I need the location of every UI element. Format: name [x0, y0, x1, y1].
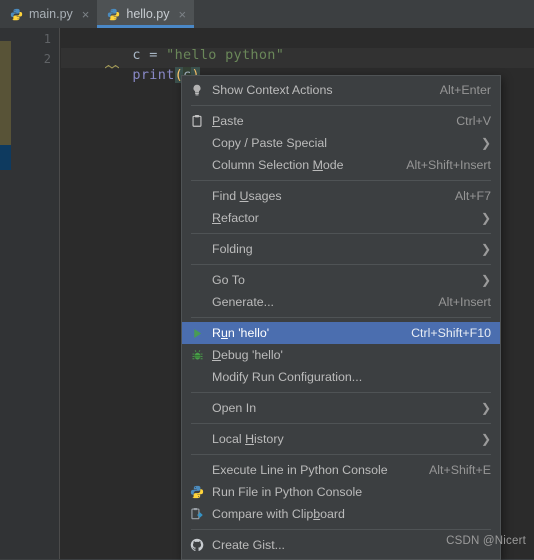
- line-number: 2: [43, 52, 51, 66]
- tab-label: hello.py: [126, 7, 170, 21]
- menu-item-local-history[interactable]: Local History ❯: [182, 428, 500, 450]
- code-token: print: [132, 67, 175, 83]
- run-play-icon: [188, 325, 206, 341]
- menu-item-column-selection-mode[interactable]: Column Selection Mode Alt+Shift+Insert: [182, 154, 500, 176]
- menu-item-label: Paste: [212, 114, 244, 128]
- menu-separator: [191, 454, 491, 455]
- menu-item-copy-paste-special[interactable]: Copy / Paste Special ❯: [182, 132, 500, 154]
- menu-item-label: Debug 'hello': [212, 348, 283, 362]
- menu-item-shortcut: Ctrl+V: [456, 114, 491, 128]
- menu-separator: [191, 180, 491, 181]
- menu-separator: [191, 423, 491, 424]
- menu-item-label: Folding: [212, 242, 253, 256]
- menu-item-label: Execute Line in Python Console: [212, 463, 388, 477]
- chevron-right-icon: ❯: [480, 401, 491, 415]
- inspection-squiggle-icon: [105, 65, 119, 69]
- menu-item-paste[interactable]: Paste Ctrl+V: [182, 110, 500, 132]
- menu-separator: [191, 529, 491, 530]
- marker-selected-block[interactable]: [0, 145, 11, 170]
- menu-separator: [191, 105, 491, 106]
- vcs-marker-strip[interactable]: [0, 28, 11, 559]
- menu-item-label: Local History: [212, 432, 284, 446]
- debug-bug-icon: [188, 347, 206, 363]
- menu-item-shortcut: Ctrl+Shift+F10: [411, 326, 491, 340]
- menu-item-label: Refactor: [212, 211, 259, 225]
- menu-item-label: Column Selection Mode: [212, 158, 344, 172]
- close-icon[interactable]: ×: [82, 8, 90, 21]
- menu-item-label: Go To: [212, 273, 245, 287]
- no-icon: [188, 157, 206, 173]
- tab-hello-py[interactable]: hello.py ×: [97, 0, 195, 28]
- menu-item-generate[interactable]: Generate... Alt+Insert: [182, 291, 500, 313]
- menu-item-label: Open In: [212, 401, 257, 415]
- line-number-gutter[interactable]: 1 2: [11, 28, 60, 559]
- github-icon: [188, 537, 206, 553]
- no-icon: [188, 400, 206, 416]
- tab-main-py[interactable]: main.py ×: [0, 0, 98, 28]
- menu-separator: [191, 317, 491, 318]
- line-number: 1: [43, 32, 51, 46]
- pycharm-window: main.py × hello.py × 1 2 c = "hello pyth…: [0, 0, 534, 560]
- menu-item-label: Modify Run Configuration...: [212, 370, 363, 384]
- compare-clipboard-icon: [188, 506, 206, 522]
- menu-item-label: Copy / Paste Special: [212, 136, 328, 150]
- marker-modified-block[interactable]: [0, 41, 11, 145]
- no-icon: [188, 431, 206, 447]
- menu-separator: [191, 392, 491, 393]
- menu-item-execute-line-in-python-console[interactable]: Execute Line in Python Console Alt+Shift+…: [182, 459, 500, 481]
- tab-label: main.py: [29, 7, 73, 21]
- menu-item-show-context-actions[interactable]: Show Context Actions Alt+Enter: [182, 79, 500, 101]
- close-icon[interactable]: ×: [178, 8, 186, 21]
- menu-item-label: Find Usages: [212, 189, 282, 203]
- menu-item-debug-hello[interactable]: Debug 'hello': [182, 344, 500, 366]
- menu-separator: [191, 264, 491, 265]
- chevron-right-icon: ❯: [480, 273, 491, 287]
- menu-item-shortcut: Alt+Insert: [438, 295, 491, 309]
- python-file-icon: [10, 6, 23, 22]
- chevron-right-icon: ❯: [480, 432, 491, 446]
- no-icon: [188, 135, 206, 151]
- no-icon: [188, 369, 206, 385]
- clipboard-icon: [188, 113, 206, 129]
- menu-item-run-hello[interactable]: Run 'hello' Ctrl+Shift+F10: [182, 322, 500, 344]
- menu-item-label: Run 'hello': [212, 326, 270, 340]
- menu-item-folding[interactable]: Folding ❯: [182, 238, 500, 260]
- no-icon: [188, 462, 206, 478]
- menu-item-label: Generate...: [212, 295, 274, 309]
- menu-item-label: Show Context Actions: [212, 83, 333, 97]
- menu-item-shortcut: Alt+Enter: [439, 83, 491, 97]
- editor-tab-bar: main.py × hello.py ×: [0, 0, 534, 28]
- code-line-2: print(c): [65, 51, 200, 99]
- menu-item-shortcut: Alt+F7: [454, 189, 491, 203]
- menu-separator: [191, 233, 491, 234]
- python-logo-icon: [188, 484, 206, 500]
- menu-item-open-in[interactable]: Open In ❯: [182, 397, 500, 419]
- watermark: CSDN @Nicert: [446, 535, 526, 547]
- menu-item-go-to[interactable]: Go To ❯: [182, 269, 500, 291]
- menu-item-find-usages[interactable]: Find Usages Alt+F7: [182, 185, 500, 207]
- menu-item-run-file-in-python-console[interactable]: Run File in Python Console: [182, 481, 500, 503]
- menu-item-label: Run File in Python Console: [212, 485, 363, 499]
- lightbulb-icon: [188, 82, 206, 98]
- no-icon: [188, 188, 206, 204]
- no-icon: [188, 272, 206, 288]
- chevron-right-icon: ❯: [480, 136, 491, 150]
- menu-item-label: Compare with Clipboard: [212, 507, 345, 521]
- menu-item-modify-run-configuration[interactable]: Modify Run Configuration...: [182, 366, 500, 388]
- menu-item-compare-with-clipboard[interactable]: Compare with Clipboard: [182, 503, 500, 525]
- python-file-icon: [107, 6, 120, 22]
- menu-item-shortcut: Alt+Shift+Insert: [406, 158, 491, 172]
- no-icon: [188, 210, 206, 226]
- menu-item-shortcut: Alt+Shift+E: [429, 463, 491, 477]
- editor-context-menu[interactable]: Show Context Actions Alt+Enter Paste Ctrl+V…: [181, 75, 501, 560]
- chevron-right-icon: ❯: [480, 242, 491, 256]
- chevron-right-icon: ❯: [480, 211, 491, 225]
- no-icon: [188, 294, 206, 310]
- menu-item-refactor[interactable]: Refactor ❯: [182, 207, 500, 229]
- no-icon: [188, 241, 206, 257]
